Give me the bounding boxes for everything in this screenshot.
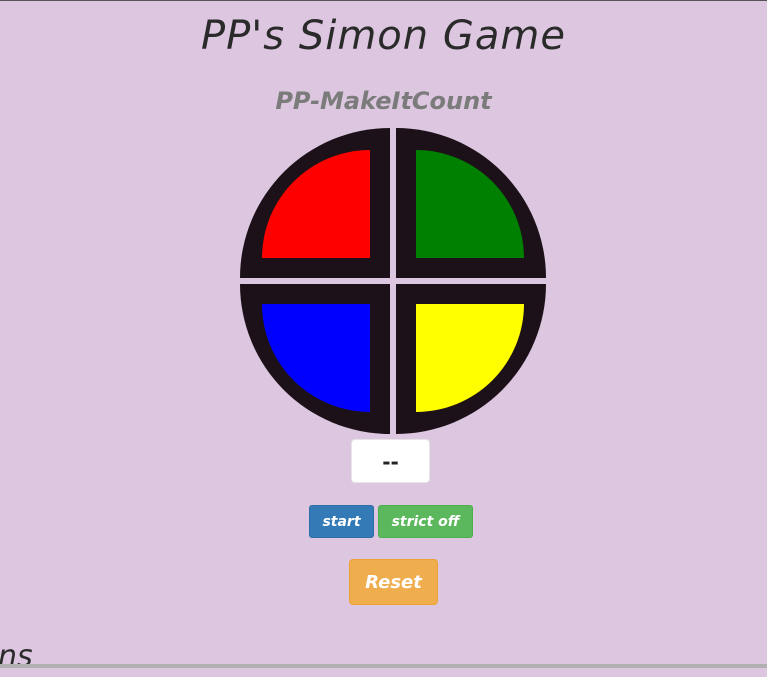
window-bottom-edge (0, 664, 767, 668)
blue-pad[interactable] (262, 304, 370, 412)
start-button[interactable]: start (309, 505, 374, 538)
yellow-pad[interactable] (416, 304, 524, 412)
red-pad[interactable] (262, 150, 370, 258)
simon-board (240, 128, 546, 434)
partial-section-heading: ns (0, 639, 33, 674)
quadrant-bottom-right (396, 284, 546, 434)
quadrant-top-right (396, 128, 546, 278)
game-subtitle: PP-MakeItCount (275, 87, 492, 115)
game-title: PP's Simon Game (201, 13, 566, 59)
green-pad[interactable] (416, 150, 524, 258)
step-counter: -- (351, 439, 430, 483)
quadrant-top-left (240, 128, 390, 278)
reset-button[interactable]: Reset (349, 559, 438, 605)
quadrant-bottom-left (240, 284, 390, 434)
strict-toggle-button[interactable]: strict off (378, 505, 473, 538)
